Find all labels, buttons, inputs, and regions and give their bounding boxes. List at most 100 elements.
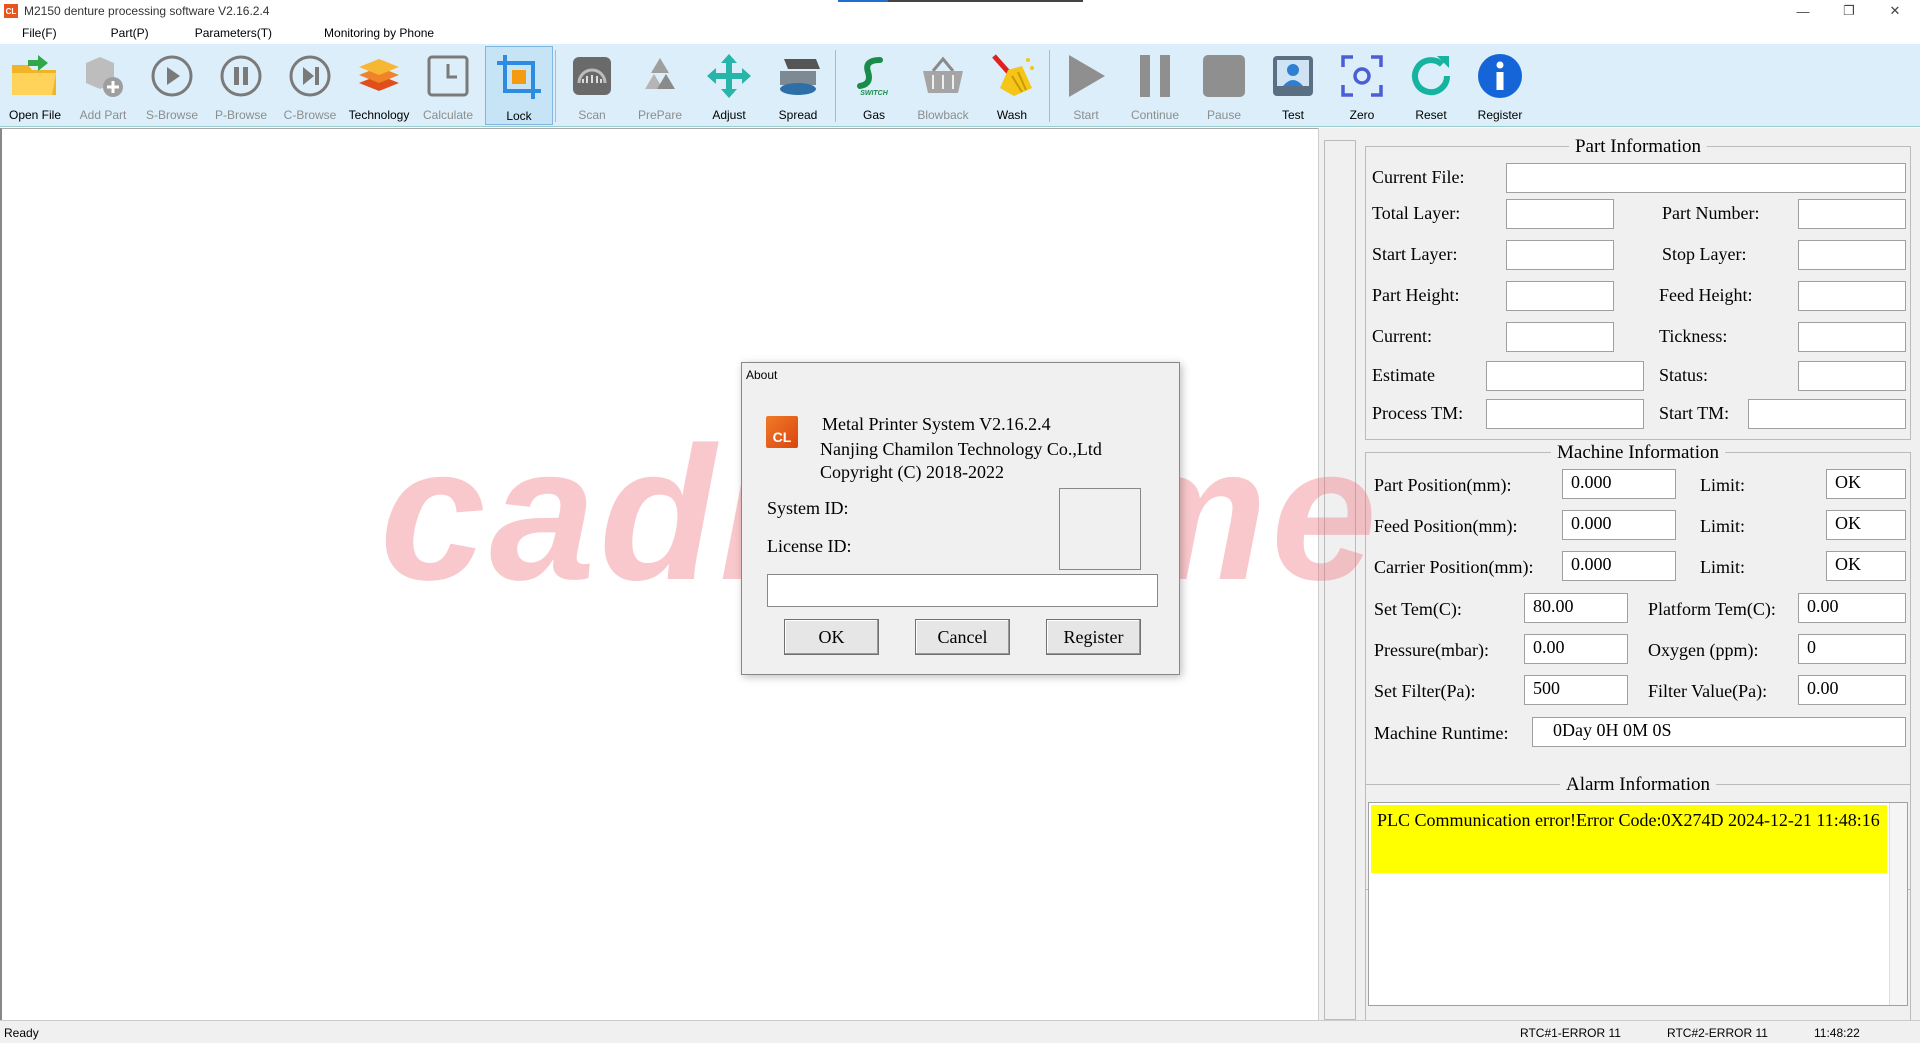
total-layer-field: [1506, 199, 1614, 229]
carrier-position-field: 0.000: [1562, 551, 1676, 581]
app-icon: CL: [4, 4, 18, 18]
menu-part[interactable]: Part(P): [101, 26, 159, 40]
toolbar-separator: [835, 50, 836, 122]
calculate-label: Calculate: [422, 108, 474, 122]
limit-carrier-label: Limit:: [1700, 557, 1745, 577]
menu-bar: File(F) Part(P) Parameters(T) Monitoring…: [0, 22, 1920, 44]
company-logo-icon: CL: [766, 416, 798, 448]
machine-runtime-label: Machine Runtime:: [1374, 723, 1509, 743]
status-ready: Ready: [4, 1026, 39, 1040]
s-browse-button[interactable]: S-Browse: [139, 46, 205, 125]
carrier-position-label: Carrier Position(mm):: [1374, 557, 1534, 577]
recycle-icon: [634, 50, 686, 102]
c-browse-button[interactable]: C-Browse: [277, 46, 343, 125]
platform-tem-field: 0.00: [1798, 593, 1906, 623]
scan-button[interactable]: Scan: [559, 46, 625, 125]
layers-icon: [353, 50, 405, 102]
set-tem-field[interactable]: 80.00: [1524, 593, 1628, 623]
menu-parameters[interactable]: Parameters(T): [185, 26, 282, 40]
s-browse-label: S-Browse: [145, 108, 198, 122]
set-filter-field[interactable]: 500: [1524, 675, 1628, 705]
limit-feed-field: OK: [1826, 510, 1906, 540]
adjust-button[interactable]: Adjust: [696, 46, 762, 125]
feed-position-label: Feed Position(mm):: [1374, 516, 1518, 536]
wash-label: Wash: [996, 108, 1028, 122]
prepare-button[interactable]: PrePare: [627, 46, 693, 125]
process-tm-label: Process TM:: [1372, 403, 1464, 423]
open-file-button[interactable]: Open File: [2, 46, 68, 125]
gas-switch-text: SWITCH: [860, 89, 888, 97]
prepare-label: PrePare: [637, 108, 683, 122]
oxygen-label: Oxygen (ppm):: [1648, 640, 1759, 660]
feed-position-field: 0.000: [1562, 510, 1676, 540]
adjust-label: Adjust: [712, 108, 746, 122]
zero-label: Zero: [1349, 108, 1375, 122]
register-button[interactable]: Register: [1467, 46, 1533, 125]
spread-button[interactable]: Spread: [765, 46, 831, 125]
lock-button[interactable]: Lock: [485, 46, 553, 125]
blowback-label: Blowback: [917, 108, 969, 122]
alarm-list[interactable]: PLC Communication error!Error Code:0X274…: [1368, 802, 1908, 1006]
menu-file[interactable]: File(F): [12, 26, 67, 40]
tickness-label: Tickness:: [1659, 326, 1728, 346]
clock-icon: [422, 50, 474, 102]
license-id-label: License ID:: [767, 536, 852, 556]
continue-label: Continue: [1130, 108, 1180, 122]
scanner-icon: [566, 50, 618, 102]
register-dialog-button[interactable]: Register: [1046, 619, 1141, 655]
blowback-button[interactable]: Blowback: [910, 46, 976, 125]
status-rtc2: RTC#2-ERROR 11: [1667, 1026, 1768, 1040]
alarm-information-title: Alarm Information: [1559, 774, 1717, 795]
stop-layer-field: [1798, 240, 1906, 270]
zero-button[interactable]: Zero: [1329, 46, 1395, 125]
close-button[interactable]: ✕: [1872, 0, 1918, 22]
wash-button[interactable]: Wash: [979, 46, 1045, 125]
machine-runtime-field: 0Day 0H 0M 0S: [1532, 717, 1906, 747]
panel-scroll-strip[interactable]: [1324, 140, 1356, 1020]
estimate-label: Estimate: [1372, 365, 1435, 385]
part-height-label: Part Height:: [1372, 285, 1460, 305]
reset-button[interactable]: Reset: [1398, 46, 1464, 125]
alarm-scrollbar[interactable]: [1889, 803, 1907, 1005]
skip-circle-icon: [284, 50, 336, 102]
calculate-button[interactable]: Calculate: [415, 46, 481, 125]
restore-icon: ❐: [1843, 3, 1855, 18]
start-label: Start: [1073, 108, 1099, 122]
menu-monitoring-by-phone[interactable]: Monitoring by Phone: [314, 26, 444, 40]
status-rtc1: RTC#1-ERROR 11: [1520, 1026, 1621, 1040]
start-layer-field: [1506, 240, 1614, 270]
open-file-label: Open File: [8, 108, 62, 122]
window-title: M2150 denture processing software V2.16.…: [24, 4, 270, 18]
filter-value-field: 0.00: [1798, 675, 1906, 705]
lock-label: Lock: [506, 109, 532, 123]
stop-layer-label: Stop Layer:: [1662, 244, 1747, 264]
start-tm-field: [1748, 399, 1906, 429]
p-browse-button[interactable]: P-Browse: [208, 46, 274, 125]
limit-part-field: OK: [1826, 469, 1906, 499]
folder-open-icon: [9, 50, 61, 102]
start-button[interactable]: Start: [1053, 46, 1119, 125]
pause-circle-icon: [215, 50, 267, 102]
technology-button[interactable]: Technology: [346, 46, 412, 125]
scan-label: Scan: [578, 108, 606, 122]
register-label: Register: [1477, 108, 1523, 122]
info-panel: Part Information Current File: Total Lay…: [1318, 128, 1920, 1020]
ok-button[interactable]: OK: [784, 619, 879, 655]
status-label: Status:: [1659, 365, 1709, 385]
restore-button[interactable]: ❐: [1826, 0, 1872, 22]
minimize-button[interactable]: —: [1780, 0, 1826, 22]
broom-icon: [986, 50, 1038, 102]
alarm-message: PLC Communication error!Error Code:0X274…: [1371, 805, 1887, 873]
tickness-field: [1798, 322, 1906, 352]
license-id-input[interactable]: [767, 574, 1158, 607]
part-number-field: [1798, 199, 1906, 229]
gas-button[interactable]: SWITCH Gas: [841, 46, 907, 125]
test-button[interactable]: Test: [1260, 46, 1326, 125]
add-part-button[interactable]: Add Part: [70, 46, 136, 125]
pause-button[interactable]: Pause: [1191, 46, 1257, 125]
continue-button[interactable]: Continue: [1122, 46, 1188, 125]
test-label: Test: [1281, 108, 1304, 122]
pause-label: Pause: [1206, 108, 1242, 122]
toolbar-separator: [1049, 50, 1050, 122]
cancel-button[interactable]: Cancel: [915, 619, 1010, 655]
